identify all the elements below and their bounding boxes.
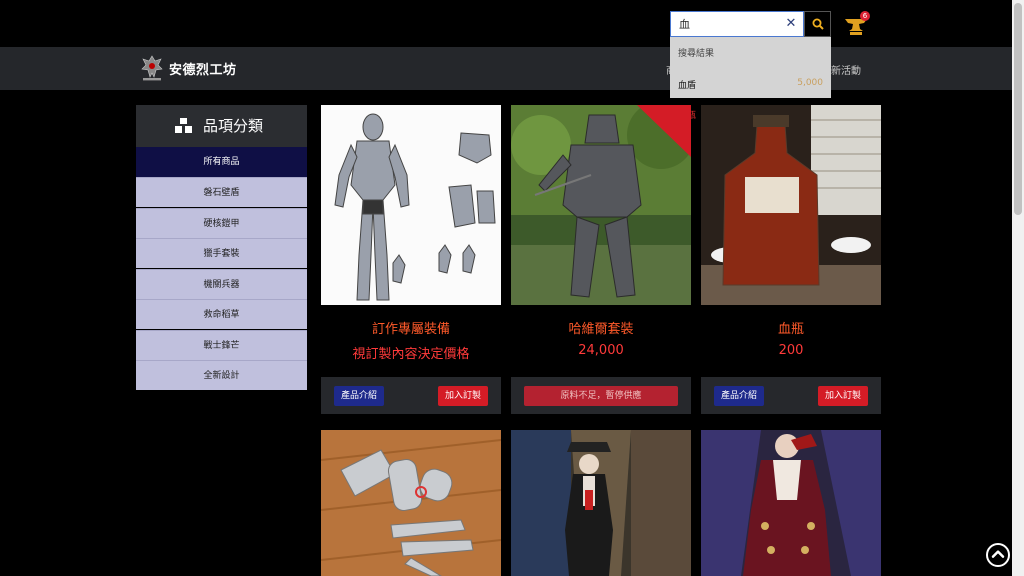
product-image[interactable] xyxy=(321,105,501,305)
sidebar-item-new-designs[interactable]: 全新設計 xyxy=(136,360,307,390)
result-name: 血盾 xyxy=(678,81,697,91)
logo-icon[interactable] xyxy=(140,55,164,81)
product-actions: 產品介紹 加入訂製 xyxy=(701,377,881,414)
boxes-icon xyxy=(175,118,192,133)
clear-icon[interactable]: ✕ xyxy=(783,15,799,33)
search-result-item[interactable]: 血盾 5,000 xyxy=(670,68,831,98)
product-image[interactable] xyxy=(511,430,691,576)
product-name[interactable]: 訂作專屬裝備 xyxy=(321,318,501,337)
back-to-top-icon[interactable] xyxy=(986,543,1010,567)
sidebar-item-warrior-edge[interactable]: 戰士鋒芒 xyxy=(136,330,307,360)
category-sidebar: 品項分類 所有商品 磐石壁盾 硬核鎧甲 獵手套裝 機關兵器 救命稻草 戰士鋒芒 … xyxy=(136,105,307,392)
nav-link-news[interactable]: 新活動 xyxy=(831,62,861,77)
sidebar-item-trick-weapons[interactable]: 機關兵器 xyxy=(136,269,307,299)
product-price: 200 xyxy=(778,343,804,358)
sidebar-item-armor[interactable]: 硬核鎧甲 xyxy=(136,208,307,238)
product-image[interactable] xyxy=(321,430,501,576)
product-name[interactable]: 血瓶 xyxy=(701,318,881,337)
product-image[interactable] xyxy=(701,105,881,305)
sidebar-item-consumables[interactable]: 救命稻草 xyxy=(136,299,307,329)
product-price: 24,000 xyxy=(578,343,624,358)
product-info-button[interactable]: 產品介紹 xyxy=(714,386,764,406)
search-icon xyxy=(812,18,824,30)
product-info-button[interactable]: 產品介紹 xyxy=(334,386,384,406)
search-box: ✕ xyxy=(670,11,831,37)
out-of-stock-button[interactable]: 原料不足，暫停供應 xyxy=(524,386,678,406)
product-actions: 產品介紹 加入訂製 xyxy=(321,377,501,414)
search-results-title: 搜尋結果 xyxy=(678,49,715,59)
sidebar-title: 品項分類 xyxy=(203,117,264,135)
product-image[interactable] xyxy=(511,105,691,305)
sidebar-header: 品項分類 xyxy=(136,105,307,147)
brand-title[interactable]: 安德烈工坊 xyxy=(169,59,237,78)
product-name[interactable]: 哈維爾套裝 xyxy=(511,318,691,337)
result-price: 5,000 xyxy=(797,78,823,88)
add-to-order-button[interactable]: 加入訂製 xyxy=(818,386,868,406)
sidebar-item-hunter-sets[interactable]: 獵手套裝 xyxy=(136,238,307,268)
product-image[interactable] xyxy=(701,430,881,576)
sidebar-item-all[interactable]: 所有商品 xyxy=(136,147,307,177)
search-button[interactable] xyxy=(804,11,831,37)
scrollbar[interactable] xyxy=(1012,0,1024,576)
sidebar-item-shields[interactable]: 磐石壁盾 xyxy=(136,177,307,207)
cart-count-badge: 6 xyxy=(860,11,870,21)
product-actions: 原料不足，暫停供應 xyxy=(511,377,691,414)
product-price: 視訂製內容決定價格 xyxy=(352,347,470,362)
add-to-order-button[interactable]: 加入訂製 xyxy=(438,386,488,406)
scrollbar-thumb[interactable] xyxy=(1014,3,1022,215)
